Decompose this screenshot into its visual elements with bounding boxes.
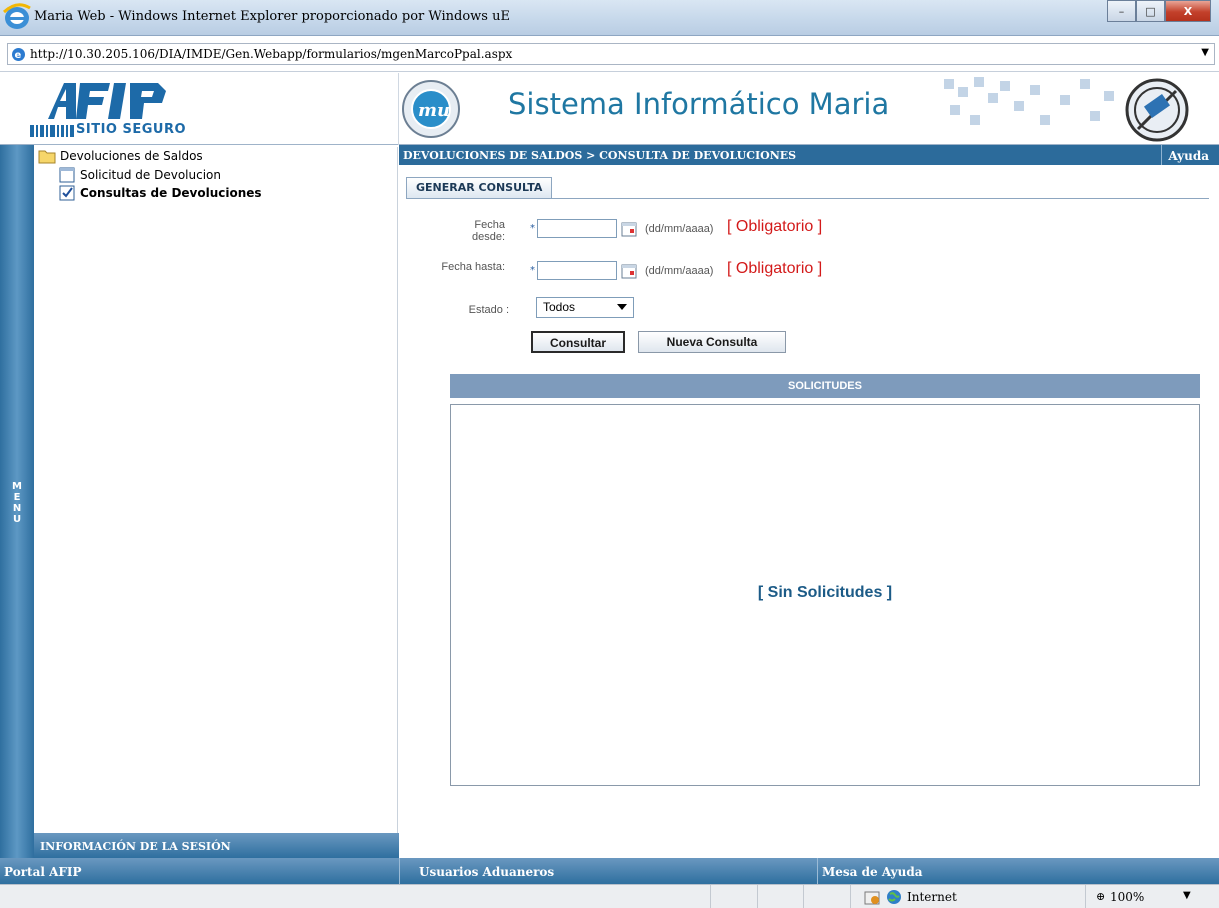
status-separator bbox=[710, 885, 711, 908]
portal-afip-link[interactable]: Portal AFIP bbox=[4, 865, 82, 879]
main-content: DEVOLUCIONES DE SALDOS > CONSULTA DE DEV… bbox=[399, 145, 1219, 858]
minimize-button[interactable]: – bbox=[1107, 0, 1136, 22]
estado-label: Estado : bbox=[468, 304, 509, 316]
required-note: [ Obligatorio ] bbox=[727, 260, 823, 277]
zoom-icon[interactable]: ⊕ bbox=[1096, 890, 1105, 903]
zoom-dropdown-icon[interactable]: ▼ bbox=[1183, 890, 1191, 901]
window-title: Maria Web - Windows Internet Explorer pr… bbox=[34, 9, 510, 24]
menu-toggle-strip[interactable]: MENU bbox=[0, 145, 34, 858]
solicitudes-header: SOLICITUDES bbox=[450, 374, 1200, 398]
decorative-pattern bbox=[944, 77, 1114, 125]
tree-item-label: Consultas de Devoluciones bbox=[80, 186, 262, 200]
tab-generar-consulta[interactable]: GENERAR CONSULTA bbox=[406, 177, 553, 198]
estado-selected-value: Todos bbox=[543, 300, 576, 314]
site-header: SITIO SEGURO mu Sistema Informático Mari… bbox=[0, 73, 1219, 145]
header-divider bbox=[398, 73, 399, 145]
footer-separator bbox=[399, 858, 400, 884]
url-text[interactable]: http://10.30.205.106/DIA/IMDE/Gen.Webapp… bbox=[30, 47, 512, 61]
consultar-button[interactable]: Consultar bbox=[531, 331, 625, 353]
navigation-tree: Devoluciones de Saldos Solicitud de Devo… bbox=[36, 147, 398, 833]
zoom-level[interactable]: 100% bbox=[1110, 890, 1144, 904]
address-bar: e http://10.30.205.106/DIA/IMDE/Gen.Weba… bbox=[0, 36, 1219, 72]
empty-results-message: [ Sin Solicitudes ] bbox=[757, 584, 893, 601]
page-ie-icon: e bbox=[12, 48, 25, 61]
afip-sub-label: SITIO SEGURO bbox=[76, 122, 187, 137]
status-bar: Internet ⊕ 100% ▼ bbox=[0, 884, 1219, 908]
estado-select[interactable]: Todos bbox=[536, 297, 634, 318]
checked-document-icon bbox=[59, 185, 75, 201]
status-separator bbox=[850, 885, 851, 908]
left-panel: MENU Devoluciones de Saldos Solicitud de… bbox=[0, 145, 399, 858]
help-link[interactable]: Ayuda bbox=[1161, 145, 1215, 165]
maria-seal-icon: mu bbox=[402, 80, 460, 138]
menu-label: MENU bbox=[12, 481, 22, 525]
tree-item-consultas[interactable]: Consultas de Devoluciones bbox=[58, 185, 262, 201]
document-icon bbox=[59, 167, 75, 183]
protected-mode-icon bbox=[864, 891, 880, 905]
tree-item-label: Solicitud de Devolucion bbox=[80, 168, 221, 182]
calendar-icon[interactable] bbox=[621, 263, 637, 279]
nueva-consulta-button[interactable]: Nueva Consulta bbox=[638, 331, 786, 353]
calendar-icon[interactable] bbox=[621, 221, 637, 237]
fecha-desde-label: Fecha desde: bbox=[471, 219, 505, 243]
maximize-button[interactable]: □ bbox=[1136, 0, 1165, 22]
mesa-de-ayuda-link[interactable]: Mesa de Ayuda bbox=[822, 865, 923, 879]
required-star: * bbox=[530, 223, 535, 234]
tab-underline bbox=[406, 198, 1209, 199]
status-separator bbox=[757, 885, 758, 908]
date-format-hint: (dd/mm/aaaa) bbox=[645, 265, 714, 277]
url-field[interactable]: e http://10.30.205.106/DIA/IMDE/Gen.Weba… bbox=[7, 43, 1215, 65]
required-star: * bbox=[530, 265, 535, 276]
fecha-desde-input[interactable] bbox=[537, 219, 617, 238]
date-format-hint: (dd/mm/aaaa) bbox=[645, 223, 714, 235]
fecha-hasta-input[interactable] bbox=[537, 261, 617, 280]
status-separator bbox=[1085, 885, 1086, 908]
svg-text:mu: mu bbox=[418, 100, 450, 121]
tree-item-devoluciones[interactable]: Devoluciones de Saldos bbox=[38, 148, 203, 164]
fecha-hasta-label: Fecha hasta: bbox=[441, 261, 505, 273]
solicitudes-box: [ Sin Solicitudes ] bbox=[450, 404, 1200, 786]
address-dropdown-icon[interactable]: ▼ bbox=[1201, 47, 1209, 58]
usuarios-aduaneros-link[interactable]: Usuarios Aduaneros bbox=[419, 865, 554, 879]
secure-site-seal-icon bbox=[1125, 78, 1189, 142]
tree-item-solicitud[interactable]: Solicitud de Devolucion bbox=[58, 167, 221, 183]
security-zone-label: Internet bbox=[907, 890, 957, 904]
svg-text:e: e bbox=[15, 50, 22, 61]
window-title-bar: Maria Web - Windows Internet Explorer pr… bbox=[0, 0, 1219, 36]
required-note: [ Obligatorio ] bbox=[727, 218, 823, 235]
system-title: Sistema Informático Maria bbox=[508, 87, 890, 121]
close-button[interactable]: X bbox=[1165, 0, 1211, 22]
breadcrumb: DEVOLUCIONES DE SALDOS > CONSULTA DE DEV… bbox=[399, 145, 1219, 165]
status-separator bbox=[803, 885, 804, 908]
chevron-down-icon bbox=[617, 304, 627, 310]
tree-item-label: Devoluciones de Saldos bbox=[60, 149, 203, 163]
footer-separator bbox=[817, 858, 818, 884]
window-controls: – □ X bbox=[1107, 0, 1211, 22]
footer-links-bar: Portal AFIP Usuarios Aduaneros Mesa de A… bbox=[0, 858, 1219, 884]
folder-icon bbox=[38, 150, 56, 164]
session-info-bar[interactable]: INFORMACIÓN DE LA SESIÓN bbox=[34, 833, 399, 858]
internet-explorer-icon bbox=[2, 3, 31, 29]
globe-icon bbox=[887, 890, 901, 904]
